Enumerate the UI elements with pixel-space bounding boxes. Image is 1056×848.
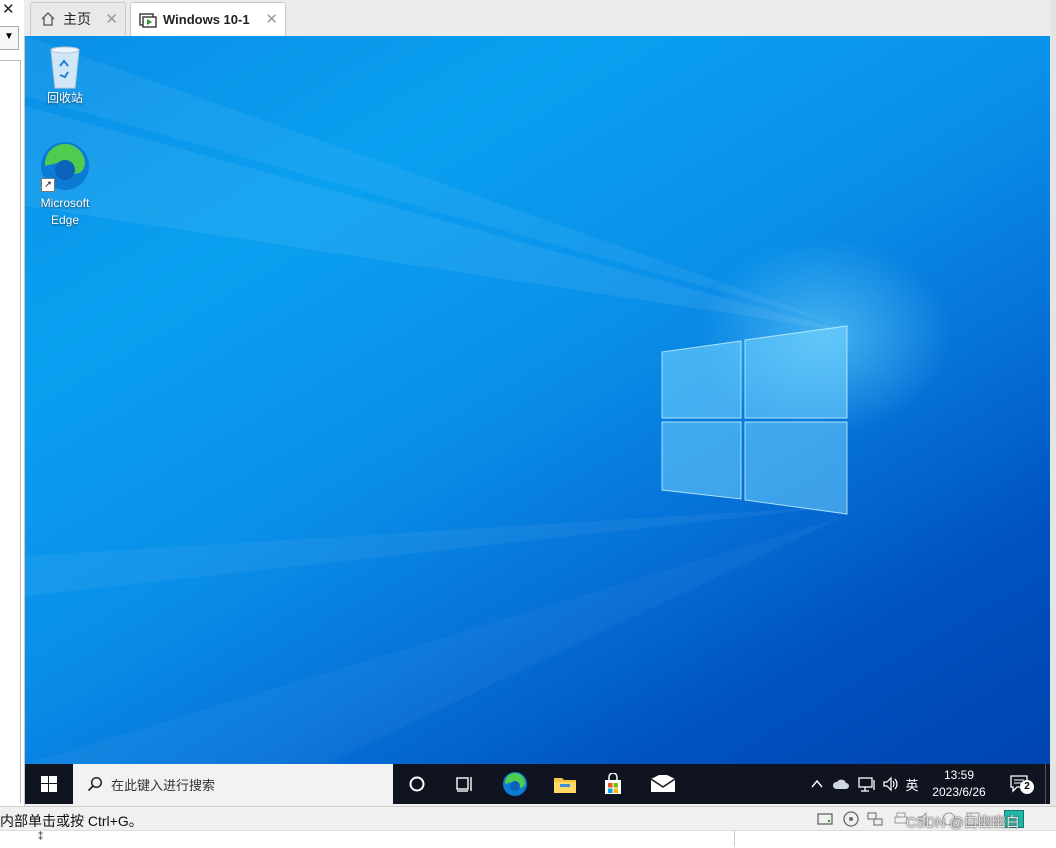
tab-windows-vm[interactable]: Windows 10-1 ✕: [130, 2, 286, 36]
bottom-strip: [0, 830, 1056, 848]
clock-time: 13:59: [943, 768, 975, 782]
taskbar: 在此键入进行搜索 英 13:59 2023/6/26 2: [25, 764, 1050, 804]
cortana-button[interactable]: [395, 764, 439, 804]
edge-icon: [503, 772, 527, 796]
edge-icon: ↗: [39, 140, 91, 192]
search-icon: [87, 776, 103, 792]
library-dropdown[interactable]: ▼: [0, 26, 19, 50]
taskbar-store[interactable]: [591, 764, 635, 804]
desktop-icon-label: Microsoft Edge: [40, 196, 90, 227]
close-tab-icon[interactable]: ✕: [105, 10, 118, 28]
file-explorer-icon: [554, 778, 576, 793]
cortana-icon: [409, 776, 425, 792]
volume-tray[interactable]: [879, 764, 903, 804]
status-bar: 内部单击或按 Ctrl+G。: [0, 806, 1056, 831]
start-button[interactable]: [25, 764, 73, 804]
windows-start-icon: [41, 776, 57, 792]
search-placeholder: 在此键入进行搜索: [111, 777, 216, 793]
tab-label: 主页: [63, 11, 91, 27]
store-icon: [605, 773, 621, 794]
action-center[interactable]: 2: [1005, 764, 1035, 804]
divider: [734, 830, 735, 847]
taskbar-mail[interactable]: [639, 764, 687, 804]
search-box[interactable]: 在此键入进行搜索: [73, 764, 393, 804]
clock-date: 2023/6/26: [932, 785, 986, 799]
tab-label: Windows 10-1: [163, 12, 250, 27]
recycle-bin-icon: [43, 44, 87, 90]
chevron-up-icon: [811, 779, 823, 788]
close-tab-icon[interactable]: ✕: [265, 10, 278, 28]
task-view-icon: [456, 777, 472, 792]
chevron-down-icon: ▼: [4, 31, 14, 42]
shortcut-arrow-icon: ↗: [41, 178, 55, 192]
home-icon: [39, 10, 57, 28]
close-icon[interactable]: ✕: [2, 2, 15, 18]
windows-logo: [661, 325, 848, 515]
taskbar-file-explorer[interactable]: [543, 764, 587, 804]
vm-desktop[interactable]: 回收站 ↗ Microsoft Edge: [25, 36, 1050, 764]
clock[interactable]: 13:59 2023/6/26: [921, 764, 997, 804]
speaker-icon: [883, 776, 898, 792]
library-panel: [0, 60, 21, 803]
desktop-icon-edge[interactable]: ↗ Microsoft Edge: [25, 140, 105, 229]
cloud-icon: [832, 779, 849, 789]
desktop-icon-label: 回收站: [46, 91, 83, 105]
mail-icon: [650, 775, 676, 792]
cd-drive-icon[interactable]: [842, 810, 860, 828]
right-scroll-strip: [1050, 0, 1056, 806]
drag-handle-icon[interactable]: ⁑: [38, 832, 43, 843]
desktop-icon-recycle-bin[interactable]: 回收站: [25, 44, 105, 107]
show-hidden-icons[interactable]: [807, 764, 827, 804]
onedrive-tray[interactable]: [829, 764, 853, 804]
taskbar-edge[interactable]: [493, 764, 537, 804]
network-icon: [858, 777, 875, 792]
hard-disk-icon[interactable]: [816, 810, 834, 828]
task-view-button[interactable]: [443, 764, 487, 804]
network-adapter-icon[interactable]: [866, 810, 884, 828]
ime-indicator[interactable]: 英: [901, 764, 923, 804]
vm-icon: [139, 11, 157, 29]
tab-home[interactable]: 主页 ✕: [30, 2, 126, 35]
watermark: CSDN @白幽幽白: [906, 814, 1020, 830]
tab-bar: 主页 ✕ Windows 10-1 ✕: [24, 0, 1050, 36]
network-tray[interactable]: [855, 764, 879, 804]
notification-badge: 2: [1020, 780, 1034, 794]
wallpaper: [25, 36, 848, 764]
status-hint: 内部单击或按 Ctrl+G。: [0, 813, 143, 829]
